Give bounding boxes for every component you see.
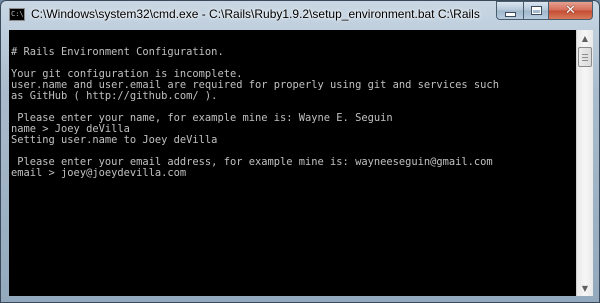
- console-line: Setting user.name to Joey deVilla: [11, 134, 218, 146]
- cmd-app-icon[interactable]: C:\: [9, 8, 25, 21]
- minimize-button[interactable]: [496, 1, 523, 20]
- scrollbar-thumb[interactable]: [578, 47, 592, 67]
- console-line: # Rails Environment Configuration.: [11, 46, 224, 58]
- console-line: as GitHub ( http://github.com/ ).: [11, 90, 218, 102]
- minimize-icon: [504, 11, 516, 17]
- scroll-down-arrow-icon[interactable]: ▼: [577, 280, 593, 296]
- close-button[interactable]: ✕: [549, 1, 593, 20]
- console-output[interactable]: # Rails Environment Configuration. Your g…: [9, 30, 576, 296]
- scroll-up-arrow-icon[interactable]: ▲: [577, 30, 593, 46]
- window-controls: ✕: [496, 1, 593, 20]
- maximize-button[interactable]: [523, 1, 549, 20]
- console-line: email > joey@joeydevilla.com: [11, 167, 187, 179]
- close-icon: ✕: [565, 3, 576, 18]
- maximize-icon: [530, 6, 542, 15]
- vertical-scrollbar[interactable]: ▲ ▼: [576, 30, 593, 296]
- grip-line: [582, 60, 588, 61]
- console-text: # Rails Environment Configuration. Your g…: [9, 30, 576, 179]
- console-window: C:\ C:\Windows\system32\cmd.exe - C:\Rai…: [0, 0, 600, 303]
- grip-line: [582, 54, 588, 55]
- window-title: C:\Windows\system32\cmd.exe - C:\Rails\R…: [31, 7, 480, 21]
- grip-line: [582, 57, 588, 58]
- title-bar[interactable]: C:\ C:\Windows\system32\cmd.exe - C:\Rai…: [1, 1, 599, 29]
